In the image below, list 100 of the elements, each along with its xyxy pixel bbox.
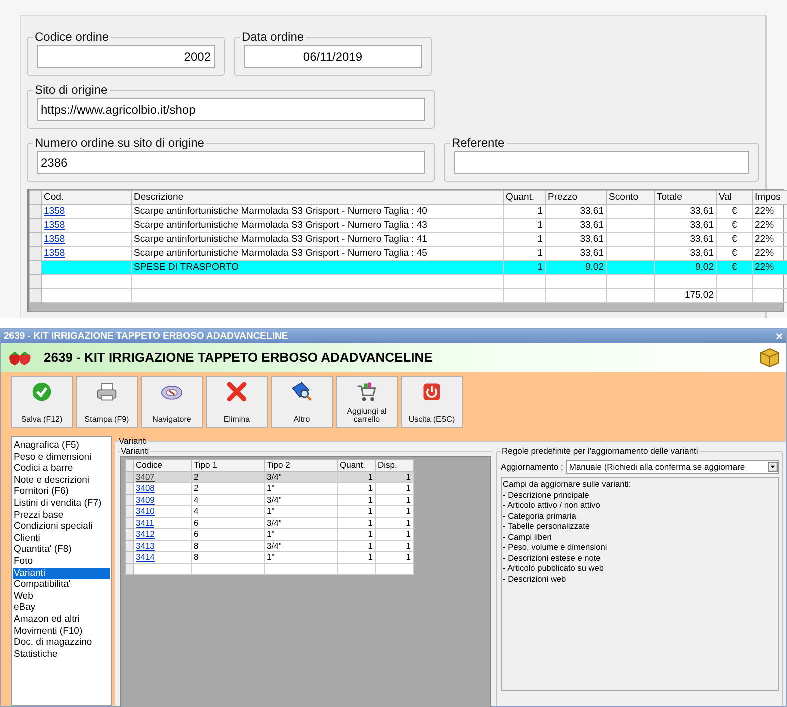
table-cell: 6 <box>194 518 199 528</box>
input-field[interactable]: https://www.agricolbio.it/shop <box>37 98 425 121</box>
toolbar-button[interactable]: Uscita (ESC) <box>401 376 463 428</box>
toolbar-button[interactable]: Navigatore <box>141 376 203 428</box>
fields-text-area[interactable]: Campi da aggiornare sulle varianti: - Descrizione principale - Articolo attivo / non attivo - Categoria primaria - Tabelle personalizzate - Campi liberi - Peso, volume e dimensioni - Descrizioni estese e note - Articolo pubblicato su web - Descrizioni web <box>501 477 779 691</box>
column-header[interactable]: Impos <box>752 190 787 204</box>
table-cell: 1 <box>504 232 546 246</box>
input-field[interactable] <box>454 151 749 174</box>
column-header[interactable]: Tipo 1 <box>192 460 264 471</box>
table-cell: 22% <box>752 218 787 232</box>
sidebar-item[interactable]: Foto <box>13 556 110 568</box>
column-header[interactable]: Cod. <box>42 190 132 204</box>
field-label: Codice ordine <box>34 30 110 44</box>
table-cell: 8 <box>194 540 199 551</box>
sidebar-item[interactable]: eBay <box>13 602 110 614</box>
table-cell: 8 <box>194 552 199 562</box>
product-code-link[interactable]: 1358 <box>44 234 66 245</box>
sidebar-item[interactable]: Note e descrizioni <box>13 474 110 486</box>
table-cell: 1 <box>504 218 546 232</box>
sidebar-item[interactable]: Anagrafica (F5) <box>13 440 110 452</box>
table-cell: 6 <box>194 529 199 540</box>
sidebar-item[interactable]: Statistiche <box>13 648 110 660</box>
table-cell: 1 <box>406 529 411 540</box>
table-cell: 1" <box>267 506 275 516</box>
table-cell: Scarpe antinfortunistiche Marmolada S3 Grisport - Numero Taglia : 40 <box>132 204 504 218</box>
sidebar-item[interactable]: Prezzi base <box>13 510 110 522</box>
table-cell: 4 <box>194 494 199 505</box>
table-cell: 1 <box>504 260 546 274</box>
table-cell: 1 <box>368 506 373 516</box>
product-code-link[interactable]: 1358 <box>44 206 66 217</box>
input-field[interactable]: 2002 <box>37 45 215 68</box>
table-cell: 1" <box>267 483 275 494</box>
sidebar-item[interactable]: Movimenti (F10) <box>13 626 110 638</box>
sidebar-item[interactable]: Varianti <box>13 568 110 580</box>
table-cell: 33,61 <box>654 204 716 218</box>
table-cell: 1 <box>406 483 411 494</box>
column-header[interactable]: Descrizione <box>132 190 504 204</box>
table-cell: Scarpe antinfortunistiche Marmolada S3 Grisport - Numero Taglia : 43 <box>132 218 504 232</box>
toolbar-button[interactable]: Stampa (F9) <box>76 376 138 428</box>
column-header[interactable]: Totale <box>654 190 716 204</box>
scroll-bar[interactable] <box>29 303 783 311</box>
field-label: Sito di origine <box>34 83 109 97</box>
sidebar-item[interactable]: Clienti <box>13 532 110 544</box>
toolbar-button[interactable]: Aggiungi al carrello <box>336 376 398 428</box>
table-cell: 1 <box>368 552 373 562</box>
table-cell: 3/4" <box>267 494 282 505</box>
sidebar-item[interactable]: Amazon ed altri <box>13 614 110 626</box>
close-icon[interactable] <box>776 332 783 340</box>
input-field[interactable]: 2386 <box>37 151 425 174</box>
column-header[interactable]: Sconto <box>606 190 654 204</box>
table-cell: Scarpe antinfortunistiche Marmolada S3 Grisport - Numero Taglia : 41 <box>132 232 504 246</box>
sidebar-item[interactable]: Doc. di magazzino <box>13 637 110 649</box>
toolbar-button[interactable]: Altro <box>271 376 333 428</box>
table-cell: 3/4" <box>267 540 282 551</box>
sidebar-item[interactable]: Compatibilita' <box>13 579 110 591</box>
sidebar-item[interactable]: Web <box>13 590 110 602</box>
table-cell: 1 <box>406 540 411 551</box>
select-label: Aggiornamento : <box>501 462 564 472</box>
table-cell: € <box>716 218 752 232</box>
table-cell: 1 <box>406 518 411 528</box>
table-cell: 1 <box>368 483 373 494</box>
table-cell: 9,02 <box>546 260 606 274</box>
table-cell: 1" <box>267 552 275 562</box>
update-mode-dropdown[interactable]: Manuale (Richiedi alla conferma se aggiornare <box>566 460 779 474</box>
column-header[interactable]: Val <box>716 190 752 204</box>
cross-icon <box>226 381 248 403</box>
sidebar-item[interactable]: Codici a barre <box>13 463 110 475</box>
check-icon <box>31 381 53 403</box>
table-cell: 33,61 <box>546 204 606 218</box>
table-cell: 1 <box>406 552 411 562</box>
column-header[interactable]: Quant. <box>504 190 546 204</box>
table-cell: 1 <box>368 472 373 482</box>
field-label: Data ordine <box>241 30 306 44</box>
sidebar-item[interactable]: Listini di vendita (F7) <box>13 498 110 510</box>
column-header[interactable]: Codice <box>134 460 192 471</box>
table-cell: 22% <box>752 204 787 218</box>
window-title: 2639 - KIT IRRIGAZIONE TAPPETO ERBOSO ADADVANCELINE <box>4 330 288 342</box>
magnifier-icon <box>291 381 313 403</box>
printer-icon <box>96 381 118 403</box>
input-field[interactable]: 06/11/2019 <box>244 45 422 68</box>
toolbar-button[interactable]: Elimina <box>206 376 268 428</box>
column-header[interactable]: Prezzo <box>546 190 606 204</box>
product-code-link[interactable]: 1358 <box>44 248 66 259</box>
group-title: Varianti <box>120 446 150 456</box>
table-cell: 3/4" <box>267 518 282 528</box>
sidebar-item[interactable]: Fornitori (F6) <box>13 486 110 498</box>
toolbar-button[interactable]: Salva (F12) <box>11 376 73 428</box>
table-cell: € <box>716 232 752 246</box>
sidebar-item[interactable]: Quantita' (F8) <box>13 544 110 556</box>
column-header[interactable]: Disp. <box>376 460 414 471</box>
column-header[interactable]: Quant. <box>338 460 376 471</box>
field-label: Referente <box>451 136 506 150</box>
sidebar-item[interactable]: Condizioni speciali <box>13 521 110 533</box>
table-cell: € <box>716 260 752 274</box>
column-header[interactable]: Tipo 2 <box>264 460 338 471</box>
table-cell: 1 <box>406 472 411 482</box>
field-label: Numero ordine su sito di origine <box>34 136 206 150</box>
product-code-link[interactable]: 1358 <box>44 220 66 231</box>
table-cell: 1 <box>368 518 373 528</box>
sidebar-item[interactable]: Peso e dimensioni <box>13 452 110 464</box>
